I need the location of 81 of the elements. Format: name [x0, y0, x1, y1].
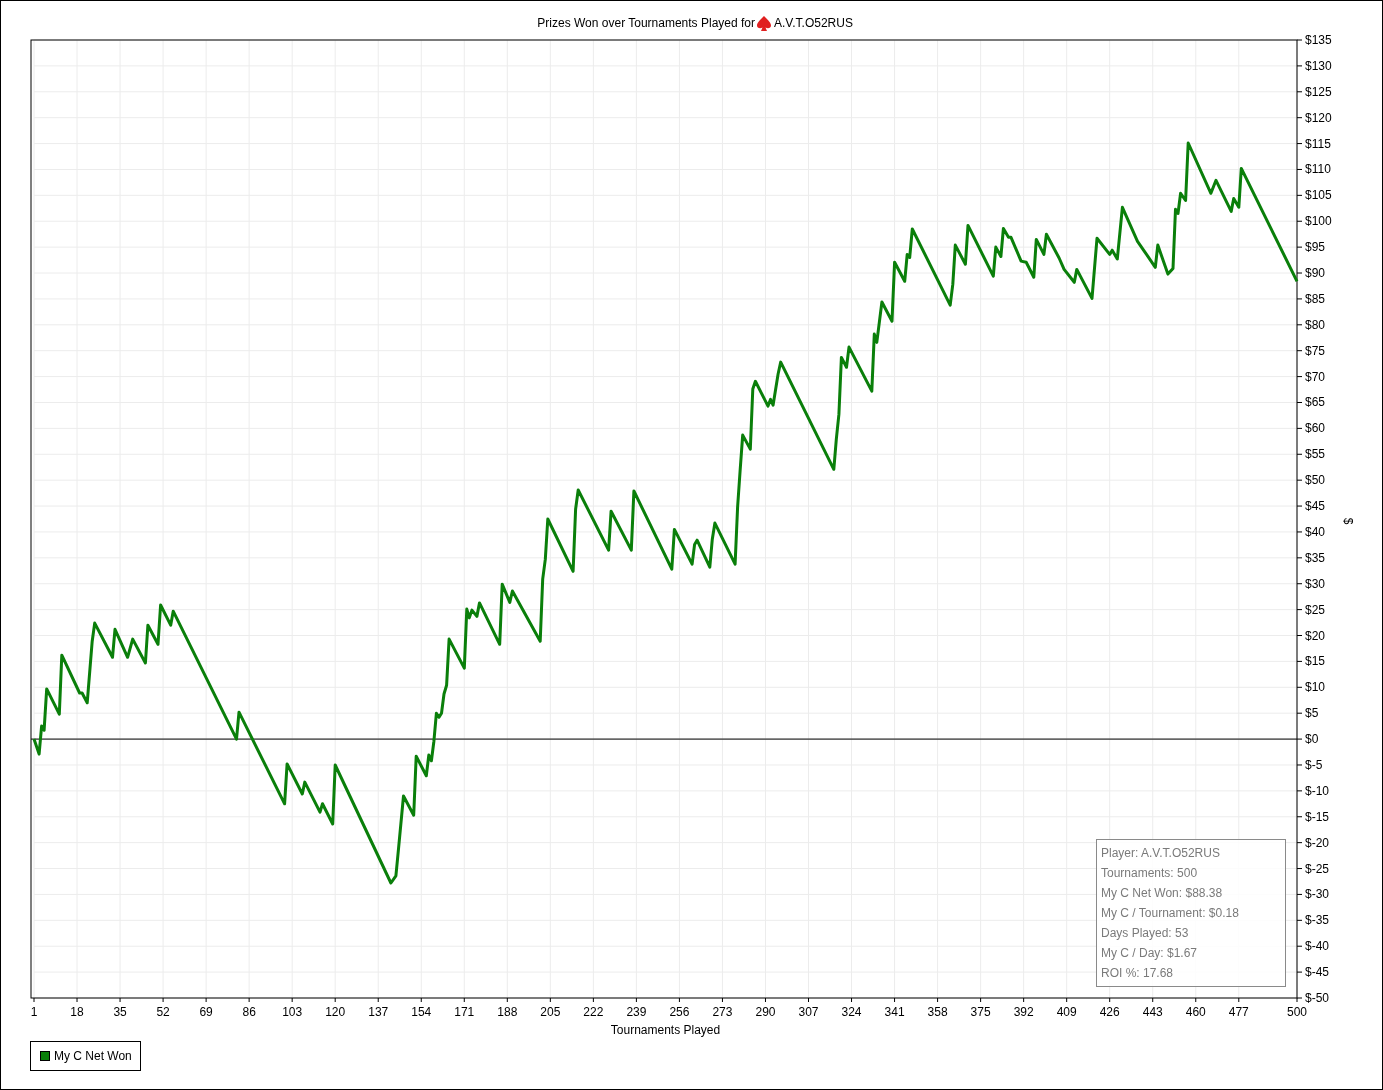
y-tick-label: $-50	[1305, 991, 1330, 1005]
x-tick-label: 137	[368, 1005, 389, 1019]
y-tick-label: $5	[1305, 706, 1319, 721]
x-tick-label: 35	[113, 1005, 127, 1019]
player-name: A.V.T.O52RUS	[774, 16, 853, 30]
y-tick-label: $0	[1305, 732, 1319, 747]
y-tick-label: $85	[1305, 291, 1326, 306]
y-tick-label: $-40	[1305, 939, 1330, 954]
y-tick-label: $80	[1305, 317, 1326, 332]
stat-line: My C / Day: $1.67	[1101, 945, 1199, 962]
y-tick-label: $15	[1305, 654, 1326, 669]
x-tick-label: 477	[1228, 1005, 1249, 1019]
y-tick-label: $30	[1305, 576, 1326, 591]
x-tick-label: 120	[325, 1005, 346, 1019]
y-tick-label: $20	[1305, 628, 1326, 643]
x-tick-label: 239	[626, 1005, 647, 1019]
x-tick-label: 392	[1013, 1005, 1034, 1019]
y-tick-label: $55	[1305, 447, 1326, 462]
stat-line: Tournaments: 500	[1101, 865, 1199, 882]
stat-line: ROI %: 17.68	[1101, 965, 1175, 982]
y-tick-label: $105	[1305, 188, 1332, 203]
x-tick-label: 188	[497, 1005, 518, 1019]
x-tick-label: 500	[1287, 1005, 1307, 1019]
y-tick-label: $120	[1305, 110, 1332, 125]
y-tick-label: $100	[1305, 214, 1332, 229]
y-tick-label: $40	[1305, 524, 1326, 539]
y-tick-label: $-20	[1305, 835, 1330, 850]
y-tick-label: $-15	[1305, 809, 1330, 824]
x-tick-label: 171	[454, 1005, 475, 1019]
x-tick-label: 256	[669, 1005, 690, 1019]
y-tick-label: $60	[1305, 421, 1326, 436]
x-tick-label: 273	[712, 1005, 733, 1019]
x-tick-label: 86	[242, 1005, 256, 1019]
y-tick-label: $-25	[1305, 861, 1330, 876]
y-tick-label: $-5	[1305, 757, 1323, 772]
y-tick-label: $-45	[1305, 965, 1330, 980]
y-tick-label: $75	[1305, 343, 1326, 358]
y-tick-label: $-30	[1305, 887, 1330, 902]
x-tick-label: 409	[1056, 1005, 1077, 1019]
x-tick-label: 103	[282, 1005, 303, 1019]
x-tick-label: 460	[1185, 1005, 1206, 1019]
y-tick-label: $65	[1305, 395, 1326, 410]
x-tick-label: 307	[798, 1005, 819, 1019]
y-tick-label: $50	[1305, 473, 1326, 488]
y-tick-label: $90	[1305, 266, 1326, 281]
x-tick-label: 222	[583, 1005, 604, 1019]
x-tick-label: 69	[199, 1005, 213, 1019]
x-tick-label: 18	[70, 1005, 84, 1019]
y-axis-title: $	[1341, 517, 1355, 525]
x-tick-label: 324	[841, 1005, 862, 1019]
y-tick-label: $25	[1305, 602, 1326, 617]
chart-title: Prizes Won over Tournaments Played for	[537, 16, 755, 30]
y-tick-label: $-35	[1305, 913, 1330, 928]
stat-line: Days Played: 53	[1101, 925, 1190, 942]
x-tick-label: 443	[1142, 1005, 1163, 1019]
y-tick-label: $45	[1305, 499, 1326, 514]
x-tick-label: 426	[1099, 1005, 1120, 1019]
x-tick-label: 375	[970, 1005, 991, 1019]
y-tick-label: $130	[1305, 58, 1332, 73]
y-tick-label: $-10	[1305, 783, 1330, 798]
x-tick-label: 154	[411, 1005, 432, 1019]
x-axis-title: Tournaments Played	[610, 1023, 721, 1037]
x-tick-label: 205	[540, 1005, 561, 1019]
y-tick-label: $115	[1305, 136, 1331, 151]
y-tick-label: $70	[1305, 369, 1326, 384]
y-tick-label: $10	[1305, 680, 1326, 695]
x-tick-label: 341	[884, 1005, 905, 1019]
stat-line: My C Net Won: $88.38	[1101, 885, 1224, 902]
x-tick-label: 358	[927, 1005, 948, 1019]
stat-line: Player: A.V.T.O52RUS	[1101, 845, 1221, 862]
y-tick-label: $35	[1305, 550, 1326, 565]
y-tick-label: $125	[1305, 84, 1332, 99]
spade-icon	[757, 16, 771, 31]
y-tick-label: $135	[1305, 33, 1332, 47]
x-tick-label: 52	[156, 1005, 170, 1019]
x-tick-label: 290	[755, 1005, 776, 1019]
legend-label: My C Net Won	[54, 1049, 132, 1063]
y-tick-label: $110	[1305, 162, 1331, 177]
stat-line: My C / Tournament: $0.18	[1101, 905, 1240, 922]
x-tick-label: 1	[30, 1005, 38, 1019]
y-tick-label: $95	[1305, 240, 1326, 255]
